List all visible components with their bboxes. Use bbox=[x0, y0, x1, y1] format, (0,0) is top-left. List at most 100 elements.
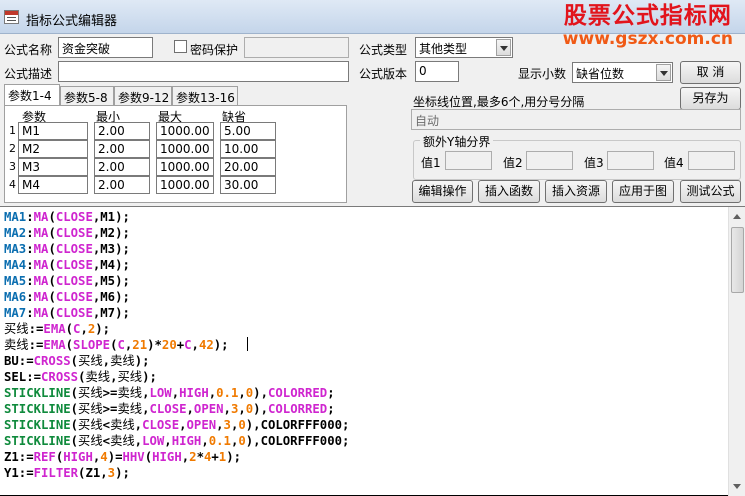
code-token: ,M3); bbox=[92, 242, 130, 256]
save-as-button[interactable]: 另存为 bbox=[680, 87, 741, 110]
code-token: 卖线 bbox=[110, 418, 135, 432]
code-token: CLOSE bbox=[55, 274, 93, 288]
y-value-4-input[interactable] bbox=[688, 151, 735, 170]
app-icon bbox=[4, 10, 19, 24]
code-token: 卖线 bbox=[110, 354, 135, 368]
password-checkbox[interactable] bbox=[174, 40, 187, 53]
param-default-cell[interactable]: 10.00 bbox=[220, 140, 276, 158]
insert-function-button[interactable]: 插入函数 bbox=[478, 180, 540, 203]
edit-operations-button[interactable]: 编辑操作 bbox=[412, 180, 473, 203]
code-token: >= bbox=[102, 402, 118, 416]
param-max-cell[interactable]: 1000.00 bbox=[156, 122, 214, 140]
code-token: MA bbox=[33, 242, 49, 256]
param-max-cell[interactable]: 1000.00 bbox=[156, 140, 214, 158]
code-token: , bbox=[134, 434, 143, 448]
formula-name-input[interactable]: 资金突破 bbox=[58, 37, 153, 58]
insert-resource-button[interactable]: 插入资源 bbox=[545, 180, 607, 203]
title-bar[interactable]: 指标公式编辑器 股票公式指标网 www.gszx.com.cn bbox=[0, 0, 745, 48]
param-default-cell[interactable]: 30.00 bbox=[220, 176, 276, 194]
tab-params-1-4[interactable]: 参数1-4 bbox=[4, 84, 60, 106]
watermark: 股票公式指标网 www.gszx.com.cn bbox=[563, 2, 733, 48]
param-max-cell[interactable]: 1000.00 bbox=[156, 176, 214, 194]
code-token: 3 bbox=[223, 418, 231, 432]
code-line: MA6:MA(CLOSE,M6); bbox=[4, 289, 725, 305]
tab-params-13-16[interactable]: 参数13-16 bbox=[172, 86, 238, 106]
code-token: STICKLINE bbox=[4, 434, 71, 448]
tab-params-5-8[interactable]: 参数5-8 bbox=[60, 86, 114, 106]
vertical-scrollbar[interactable] bbox=[728, 207, 745, 496]
param-name-cell[interactable]: M3 bbox=[18, 158, 88, 176]
tab-params-9-12[interactable]: 参数9-12 bbox=[114, 86, 172, 106]
code-token: 卖线 bbox=[85, 370, 111, 384]
code-token: ( bbox=[48, 306, 56, 320]
code-token: CLOSE bbox=[55, 290, 93, 304]
code-token: CLOSE bbox=[149, 402, 187, 416]
code-token: 买线 bbox=[78, 386, 103, 400]
code-token: 0 bbox=[238, 418, 246, 432]
code-token: : bbox=[26, 210, 34, 224]
decimal-select[interactable]: 缺省位数 bbox=[572, 62, 673, 83]
password-input[interactable] bbox=[244, 37, 349, 58]
formula-desc-input[interactable] bbox=[58, 61, 349, 82]
param-min-cell[interactable]: 2.00 bbox=[94, 176, 150, 194]
param-row-num: 2 bbox=[9, 142, 16, 155]
param-default-cell[interactable]: 5.00 bbox=[220, 122, 276, 140]
scroll-up-icon[interactable] bbox=[730, 208, 745, 225]
code-token: ); bbox=[226, 450, 241, 464]
code-token: STICKLINE bbox=[4, 418, 71, 432]
axis-position-input[interactable]: 自动 bbox=[411, 109, 741, 130]
code-token: MA bbox=[33, 274, 49, 288]
code-token: MA2 bbox=[4, 226, 27, 240]
param-name-cell[interactable]: M2 bbox=[18, 140, 88, 158]
axis-position-label: 坐标线位置,最多6个,用分号分隔 bbox=[413, 95, 585, 109]
test-formula-button[interactable]: 测试公式 bbox=[680, 180, 741, 203]
formula-type-select[interactable]: 其他类型 bbox=[415, 37, 513, 58]
code-token: HIGH bbox=[171, 434, 202, 448]
code-token: ), bbox=[253, 402, 268, 416]
code-text[interactable]: MA1:MA(CLOSE,M1); MA2:MA(CLOSE,M2); MA3:MA… bbox=[4, 209, 725, 481]
code-token: : bbox=[26, 226, 34, 240]
code-token: HIGH bbox=[179, 386, 209, 400]
chevron-down-icon[interactable] bbox=[496, 39, 511, 56]
code-token: ); bbox=[115, 466, 130, 480]
param-max-cell[interactable]: 1000.00 bbox=[156, 158, 214, 176]
formula-name-label: 公式名称 bbox=[4, 43, 53, 57]
formula-version-input[interactable]: 0 bbox=[415, 61, 459, 82]
y-value-2-input[interactable] bbox=[526, 151, 573, 170]
code-token: ,M6); bbox=[92, 290, 130, 304]
text-caret bbox=[246, 337, 248, 351]
code-token: 20 bbox=[161, 338, 177, 352]
code-token: ); bbox=[134, 354, 150, 368]
code-line: STICKLINE(买线<卖线,LOW,HIGH,0.1,0),COLORFFF… bbox=[4, 433, 725, 449]
code-token: ( bbox=[48, 274, 56, 288]
code-token: HIGH bbox=[152, 450, 182, 464]
param-min-cell[interactable]: 2.00 bbox=[94, 158, 150, 176]
param-min-cell[interactable]: 2.00 bbox=[94, 122, 150, 140]
code-token: ; bbox=[327, 402, 335, 416]
param-name-cell[interactable]: M4 bbox=[18, 176, 88, 194]
window-title: 指标公式编辑器 bbox=[26, 14, 118, 29]
code-line: STICKLINE(买线>=卖线,LOW,HIGH,0.1,0),COLORRE… bbox=[4, 385, 725, 401]
code-token: CLOSE bbox=[55, 226, 93, 240]
apply-to-chart-button[interactable]: 应用于图 bbox=[612, 180, 674, 203]
code-editor[interactable]: MA1:MA(CLOSE,M1); MA2:MA(CLOSE,M2); MA3:MA… bbox=[0, 206, 745, 496]
scroll-thumb[interactable] bbox=[731, 227, 744, 293]
y-value-3-input[interactable] bbox=[607, 151, 654, 170]
code-line: MA5:MA(CLOSE,M5); bbox=[4, 273, 725, 289]
scroll-down-icon[interactable] bbox=[730, 478, 745, 495]
code-token: ( bbox=[70, 434, 79, 448]
code-token: 42 bbox=[198, 338, 214, 352]
code-line: 买线:=EMA(C,2); bbox=[4, 321, 725, 337]
code-token: , bbox=[223, 402, 231, 416]
y-value-1-input[interactable] bbox=[445, 151, 492, 170]
y-value-1-label: 值1 bbox=[421, 156, 441, 170]
param-min-cell[interactable]: 2.00 bbox=[94, 140, 150, 158]
code-token: 买线 bbox=[4, 322, 29, 336]
code-token: FILTER bbox=[33, 466, 79, 480]
cancel-button[interactable]: 取 消 bbox=[680, 61, 741, 84]
code-token: ( bbox=[70, 402, 79, 416]
chevron-down-icon[interactable] bbox=[656, 64, 671, 81]
code-token: 买线 bbox=[78, 354, 103, 368]
param-default-cell[interactable]: 20.00 bbox=[220, 158, 276, 176]
param-name-cell[interactable]: M1 bbox=[18, 122, 88, 140]
